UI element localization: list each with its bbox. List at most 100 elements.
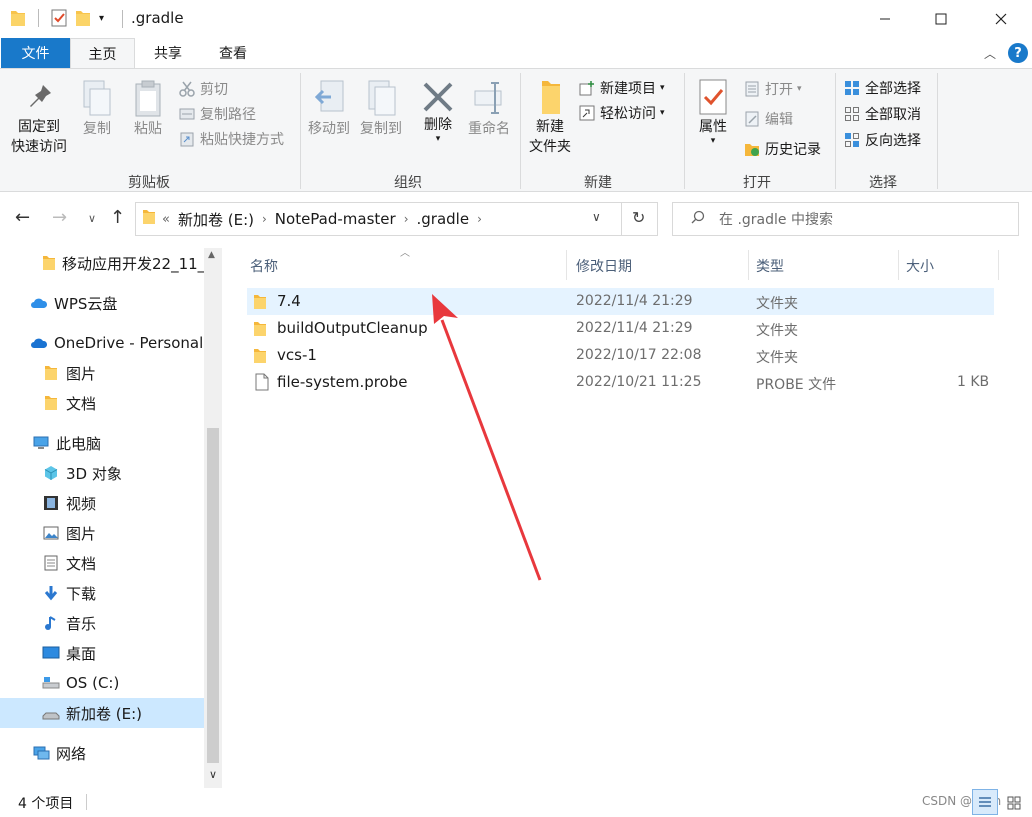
new-item-button[interactable]: 新建项目 ▾: [578, 76, 665, 100]
breadcrumb-notepad[interactable]: NotePad-master: [275, 210, 396, 228]
column-divider[interactable]: [566, 250, 567, 280]
select-all-button[interactable]: 全部选择: [843, 76, 921, 100]
tab-home[interactable]: 主页: [70, 38, 135, 69]
nav-item-onedrive[interactable]: OneDrive - Personal: [0, 328, 204, 358]
music-icon: [42, 614, 60, 632]
column-header-size[interactable]: 大小: [906, 254, 934, 278]
refresh-icon[interactable]: ↻: [632, 208, 645, 227]
invert-selection-button[interactable]: 反向选择: [843, 128, 921, 152]
details-view-button[interactable]: [972, 789, 998, 815]
nav-item-os-c[interactable]: OS (C:): [0, 668, 204, 698]
breadcrumb-drive[interactable]: 新加卷 (E:): [178, 209, 254, 230]
column-header-date[interactable]: 修改日期: [576, 254, 632, 278]
nav-item-videos[interactable]: 视频: [0, 488, 204, 518]
title-divider: [122, 10, 123, 28]
paste-shortcut-button[interactable]: 粘贴快捷方式: [178, 127, 284, 151]
breadcrumb-gradle[interactable]: .gradle: [417, 210, 470, 228]
up-arrow-icon[interactable]: ↑: [110, 207, 125, 228]
new-folder-icon[interactable]: [75, 9, 91, 27]
move-to-label: 移动到: [308, 121, 350, 137]
nav-item-mobile-dev-folder[interactable]: 移动应用开发22_11_: [0, 248, 204, 278]
folder-icon[interactable]: [10, 9, 26, 27]
nav-item-onedrive-pictures[interactable]: 图片: [0, 358, 204, 388]
back-arrow-icon[interactable]: ←: [15, 207, 30, 228]
pin-quick-access-button[interactable]: 固定到 快速访问: [8, 81, 70, 157]
open-button[interactable]: 打开 ▾: [743, 77, 802, 101]
large-icons-view-icon: [1007, 796, 1021, 810]
recent-locations-chevron-icon[interactable]: ∨: [88, 212, 96, 225]
scrollbar-thumb[interactable]: [207, 428, 219, 763]
copy-button[interactable]: 复制: [75, 79, 119, 139]
nav-item-desktop[interactable]: 桌面: [0, 638, 204, 668]
help-icon[interactable]: ?: [1008, 43, 1028, 63]
address-history-chevron-icon[interactable]: ∨: [592, 210, 601, 224]
column-divider[interactable]: [898, 250, 899, 280]
nav-pane-scrollbar[interactable]: ▲ ∨: [204, 248, 222, 788]
file-icon: [255, 373, 269, 395]
breadcrumb-chevron-icon[interactable]: ›: [262, 212, 267, 226]
tab-view[interactable]: 查看: [203, 38, 263, 68]
close-button[interactable]: [978, 0, 1024, 38]
nav-item-pictures[interactable]: 图片: [0, 518, 204, 548]
tab-share[interactable]: 共享: [138, 38, 198, 68]
maximize-button[interactable]: [918, 0, 964, 38]
file-row-file-system-probe[interactable]: file-system.probe 2022/10/21 11:25 PROBE…: [247, 369, 994, 396]
edit-button[interactable]: 编辑: [743, 107, 793, 131]
file-type: PROBE 文件: [756, 377, 837, 393]
documents-icon: [42, 554, 60, 572]
breadcrumb-chevron-icon[interactable]: ›: [477, 212, 482, 226]
file-date: 2022/11/4 21:29: [576, 293, 693, 309]
scroll-up-arrow-icon[interactable]: ▲: [208, 250, 215, 260]
open-group-label: 打开: [743, 175, 771, 191]
nav-item-wps-cloud[interactable]: WPS云盘: [0, 288, 204, 318]
nav-item-documents[interactable]: 文档: [0, 548, 204, 578]
easy-access-button[interactable]: 轻松访问 ▾: [578, 101, 665, 125]
nav-item-3d-objects[interactable]: 3D 对象: [0, 458, 204, 488]
search-box[interactable]: 在 .gradle 中搜索: [672, 202, 1019, 236]
address-overflow[interactable]: «: [162, 212, 170, 227]
new-folder-button[interactable]: 新建 文件夹: [524, 77, 576, 157]
copy-label: 复制: [83, 121, 111, 137]
forward-arrow-icon[interactable]: →: [52, 207, 67, 228]
customize-toolbar-chevron-icon[interactable]: ▾: [99, 13, 104, 24]
address-bar[interactable]: « 新加卷 (E:) › NotePad-master › .gradle › …: [135, 202, 658, 236]
column-header-name[interactable]: 名称: [250, 254, 278, 278]
cut-button[interactable]: 剪切: [178, 77, 228, 101]
column-divider[interactable]: [998, 250, 999, 280]
scroll-down-chevron-icon[interactable]: ∨: [209, 768, 217, 781]
copy-path-button[interactable]: 复制路径: [178, 102, 256, 126]
nav-item-network[interactable]: 网络: [0, 738, 204, 768]
properties-check-icon[interactable]: [51, 9, 67, 27]
tab-file[interactable]: 文件: [1, 38, 70, 68]
large-icons-view-button[interactable]: [1002, 791, 1026, 815]
nav-item-drive-e[interactable]: 新加卷 (E:): [0, 698, 204, 728]
minimize-button[interactable]: [862, 0, 908, 38]
nav-item-downloads[interactable]: 下载: [0, 578, 204, 608]
delete-dropdown-chevron-icon[interactable]: ▾: [436, 135, 441, 144]
history-icon: [743, 140, 761, 158]
file-row-7-4[interactable]: 7.4 2022/11/4 21:29 文件夹: [247, 288, 994, 315]
properties-button[interactable]: 属性 ▾: [690, 77, 736, 146]
nav-item-onedrive-documents[interactable]: 文档: [0, 388, 204, 418]
paste-button[interactable]: 粘贴: [126, 79, 170, 139]
select-none-button[interactable]: 全部取消: [843, 102, 921, 126]
move-to-button[interactable]: 移动到: [304, 77, 354, 139]
collapse-ribbon-chevron-icon[interactable]: ︿: [984, 45, 996, 62]
rename-button[interactable]: 重命名: [464, 77, 514, 139]
nav-item-music[interactable]: 音乐: [0, 608, 204, 638]
properties-dropdown-chevron-icon[interactable]: ▾: [711, 137, 716, 146]
breadcrumb-chevron-icon[interactable]: ›: [404, 212, 409, 226]
column-divider[interactable]: [748, 250, 749, 280]
nav-item-this-pc[interactable]: 此电脑: [0, 428, 204, 458]
history-button[interactable]: 历史记录: [743, 137, 821, 161]
column-header-type[interactable]: 类型: [756, 254, 784, 278]
search-icon: [691, 210, 705, 228]
file-row-buildoutputcleanup[interactable]: buildOutputCleanup 2022/11/4 21:29 文件夹: [247, 315, 994, 342]
paste-shortcut-label: 粘贴快捷方式: [200, 132, 284, 148]
file-row-vcs-1[interactable]: vcs-1 2022/10/17 22:08 文件夹: [247, 342, 994, 369]
new-folder-label-line2: 文件夹: [529, 139, 571, 155]
item-count: 4 个项目: [18, 796, 74, 812]
delete-button[interactable]: 删除 ▾: [416, 79, 460, 144]
copy-to-button[interactable]: 复制到: [356, 77, 406, 139]
desktop-icon: [42, 644, 60, 662]
